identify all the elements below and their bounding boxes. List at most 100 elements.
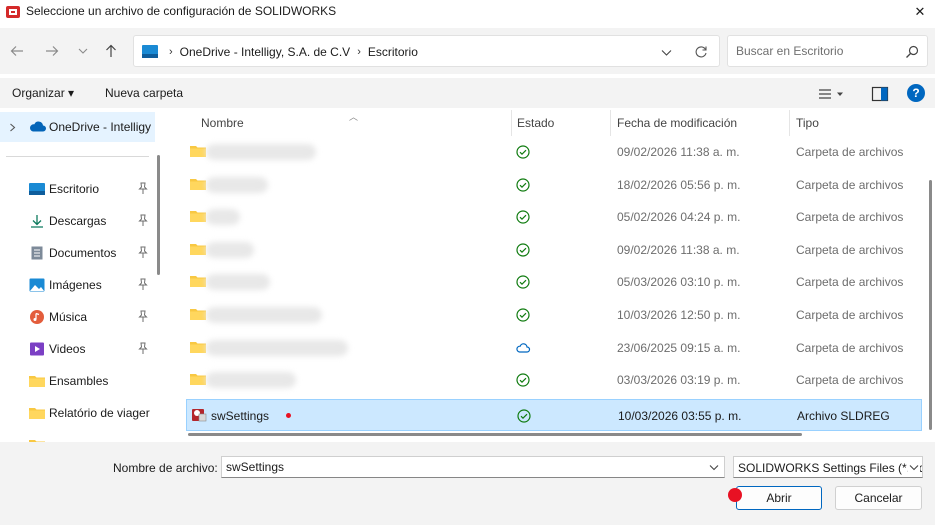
- address-bar[interactable]: › OneDrive - Intelligy, S.A. de C.V › Es…: [133, 35, 720, 67]
- file-list-vertical-scrollbar[interactable]: [929, 180, 932, 430]
- filename-combobox[interactable]: [221, 456, 725, 478]
- folder-icon: [190, 309, 206, 320]
- search-box[interactable]: [727, 35, 928, 67]
- sldreg-file-icon: [192, 409, 207, 422]
- nav-scrollbar[interactable]: [157, 155, 160, 275]
- cancel-button[interactable]: Cancelar: [835, 486, 922, 510]
- table-row[interactable]: 09/02/2026 11:38 a. m. Carpeta de archiv…: [186, 234, 922, 266]
- forward-button[interactable]: [41, 40, 63, 62]
- music-icon: [30, 310, 44, 324]
- file-type: Carpeta de archivos: [796, 308, 904, 322]
- nav-item-label: Videos: [49, 342, 86, 356]
- column-header-status[interactable]: Estado: [517, 116, 554, 136]
- desktop-icon: [142, 45, 158, 58]
- modified-date: 23/06/2025 09:15 a. m.: [617, 341, 741, 355]
- filename-input[interactable]: [226, 460, 696, 474]
- redacted-name: [206, 144, 316, 160]
- nav-item-label: Descargas: [49, 214, 107, 228]
- modified-date: 18/02/2026 05:56 p. m.: [617, 178, 741, 192]
- up-button[interactable]: [100, 40, 122, 62]
- file-list-horizontal-scrollbar[interactable]: [188, 433, 802, 436]
- folder-icon: [190, 211, 206, 222]
- redacted-name: [206, 307, 322, 323]
- table-row[interactable]: 10/03/2026 12:50 p. m. Carpeta de archiv…: [186, 299, 922, 331]
- nav-divider: [6, 156, 149, 157]
- back-button[interactable]: [6, 40, 28, 62]
- table-row[interactable]: 09/02/2026 11:38 a. m. Carpeta de archiv…: [186, 136, 922, 168]
- column-divider[interactable]: [610, 110, 611, 136]
- file-type: Carpeta de archivos: [796, 210, 904, 224]
- nav-item-musica[interactable]: Música: [0, 302, 155, 332]
- address-history-dropdown[interactable]: [658, 44, 674, 60]
- nav-item-imagenes[interactable]: Imágenes: [0, 270, 155, 300]
- open-button-label: Abrir: [766, 491, 792, 505]
- column-header-type[interactable]: Tipo: [796, 116, 819, 136]
- table-row[interactable]: 05/02/2026 04:24 p. m. Carpeta de archiv…: [186, 201, 922, 233]
- column-header-name[interactable]: Nombre: [201, 116, 244, 136]
- new-folder-button[interactable]: Nueva carpeta: [105, 86, 183, 100]
- synced-check-icon: [516, 275, 530, 289]
- modified-date: 03/03/2026 03:19 p. m.: [617, 373, 741, 387]
- table-row-selected[interactable]: swSettings 10/03/2026 03:55 p. m. Archiv…: [186, 399, 922, 431]
- synced-check-icon: [517, 409, 531, 423]
- nav-item-documentos[interactable]: Documentos: [0, 238, 155, 268]
- chevron-right-icon: [10, 123, 16, 132]
- column-header-date[interactable]: Fecha de modificación: [617, 116, 737, 136]
- download-icon: [31, 215, 43, 228]
- nav-item-partial[interactable]: [0, 430, 155, 442]
- search-icon: [906, 45, 919, 58]
- nav-item-label: Escritorio: [49, 182, 100, 196]
- marker-dot: [286, 413, 291, 418]
- folder-icon: [190, 179, 206, 190]
- image-icon: [29, 278, 45, 292]
- close-button[interactable]: ✕: [905, 0, 935, 24]
- folder-icon: [190, 374, 206, 385]
- recent-locations-button[interactable]: [72, 40, 94, 62]
- redacted-name: [206, 242, 254, 258]
- nav-item-label: Documentos: [49, 246, 117, 260]
- column-divider[interactable]: [511, 110, 512, 136]
- search-input[interactable]: [736, 44, 896, 58]
- preview-pane-icon[interactable]: [871, 85, 889, 103]
- filetype-value: SOLIDWORKS Settings Files (*.sldreg): [738, 461, 922, 475]
- arrow-right-icon: [46, 46, 59, 56]
- change-view-button[interactable]: [818, 85, 852, 103]
- table-row[interactable]: 18/02/2026 05:56 p. m. Carpeta de archiv…: [186, 169, 922, 201]
- breadcrumb-onedrive[interactable]: OneDrive - Intelligy, S.A. de C.V: [180, 45, 351, 59]
- file-type: Carpeta de archivos: [796, 373, 904, 387]
- nav-item-onedrive[interactable]: OneDrive - Intelligy: [0, 112, 155, 142]
- nav-item-relatorio[interactable]: Relatório de viager: [0, 398, 155, 428]
- table-row[interactable]: 03/03/2026 03:19 p. m. Carpeta de archiv…: [186, 364, 922, 396]
- chevron-down-icon: [78, 48, 88, 54]
- breadcrumb-separator-icon: ›: [357, 46, 361, 58]
- nav-item-descargas[interactable]: Descargas: [0, 206, 155, 236]
- refresh-button[interactable]: [692, 43, 710, 61]
- close-icon: ✕: [914, 4, 926, 19]
- dialog-footer: Nombre de archivo: SOLIDWORKS Settings F…: [0, 442, 935, 525]
- desktop-icon: [29, 183, 45, 195]
- column-divider[interactable]: [789, 110, 790, 136]
- sort-up-icon: ︿: [349, 112, 359, 122]
- help-button[interactable]: ?: [907, 84, 925, 102]
- file-type: Carpeta de archivos: [796, 275, 904, 289]
- filetype-select[interactable]: SOLIDWORKS Settings Files (*.sldreg): [733, 456, 923, 478]
- modified-date: 09/02/2026 11:38 a. m.: [617, 243, 740, 257]
- pin-icon: [138, 310, 148, 322]
- file-type: Carpeta de archivos: [796, 243, 904, 257]
- nav-item-videos[interactable]: Videos: [0, 334, 155, 364]
- breadcrumb-escritorio[interactable]: Escritorio: [368, 45, 418, 59]
- folder-icon: [29, 376, 45, 387]
- synced-check-icon: [516, 373, 530, 387]
- nav-item-label: Música: [49, 310, 88, 324]
- table-row[interactable]: 05/03/2026 03:10 p. m. Carpeta de archiv…: [186, 266, 922, 298]
- nav-item-ensambles[interactable]: Ensambles: [0, 366, 155, 396]
- chevron-down-icon[interactable]: [708, 461, 720, 473]
- table-row[interactable]: 23/06/2025 09:15 a. m. Carpeta de archiv…: [186, 332, 922, 364]
- pin-icon: [138, 278, 148, 290]
- open-button[interactable]: Abrir: [736, 486, 822, 510]
- redacted-name: [206, 274, 270, 290]
- organize-button[interactable]: Organizar ▾: [12, 86, 74, 100]
- arrow-up-icon: [106, 44, 116, 57]
- nav-item-escritorio[interactable]: Escritorio: [0, 174, 155, 204]
- chevron-down-icon: [908, 461, 920, 473]
